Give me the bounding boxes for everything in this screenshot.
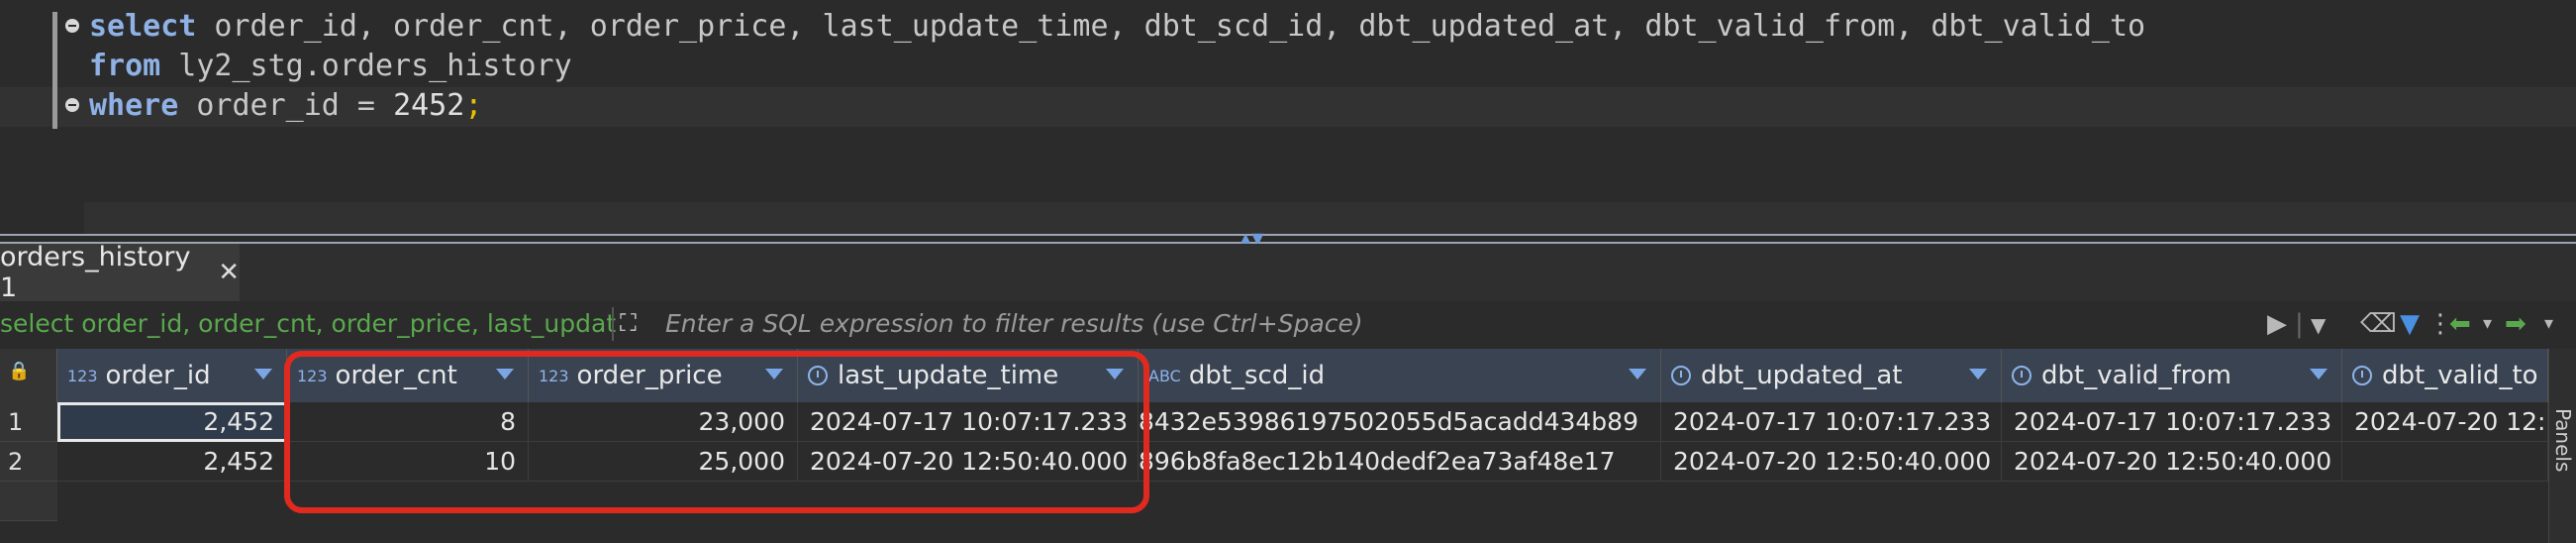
table-cell[interactable]: 2024-07-20 12:50:40.000 (1661, 442, 2002, 482)
row-number[interactable]: 2 (0, 442, 57, 482)
table-cell[interactable]: 2024-07-17 10:07:17.233 (798, 402, 1139, 442)
column-header-label: order_cnt (335, 361, 457, 390)
table-cell[interactable]: 2024-07-17 10:07:17.233 (1661, 402, 2002, 442)
filter-input[interactable]: Enter a SQL expression to filter results… (665, 309, 1363, 338)
table-cell[interactable]: 2024-07-17 10:07:17.233 (2002, 402, 2342, 442)
filter-sql-preview[interactable]: select order_id, order_cnt, order_price,… (0, 309, 616, 338)
table-cell[interactable]: 8432e53986197502055d5acadd434b89 (1139, 402, 1661, 442)
table-cell[interactable]: 25,000 (529, 442, 798, 482)
table-cell[interactable]: 2024-07-20 12:5 (2342, 402, 2548, 442)
column-header-label: order_price (576, 361, 723, 390)
sort-icon[interactable] (2310, 369, 2328, 380)
semicolon: ; (464, 88, 483, 123)
row-number[interactable]: 1 (0, 402, 57, 442)
forward-arrow-icon[interactable]: ➡ (2505, 309, 2526, 339)
lock-icon[interactable]: 🔒 (8, 361, 30, 381)
code-line-2[interactable]: from ly2_stg.orders_history (89, 48, 572, 85)
divider: | (2295, 309, 2304, 339)
sort-icon[interactable] (765, 369, 783, 380)
sort-icon[interactable] (496, 369, 514, 380)
numeric-type-icon: 123 (539, 366, 569, 385)
keyword: where (89, 88, 179, 123)
panels-label: Panels (2551, 408, 2575, 473)
play-icon[interactable]: ▶ (2267, 309, 2287, 339)
sort-icon[interactable] (1629, 369, 1646, 380)
code-text: ly2_stg.orders_history (160, 49, 572, 83)
table-cell[interactable]: 23,000 (529, 402, 798, 442)
fold-collapse-icon[interactable] (65, 98, 79, 112)
fold-collapse-icon[interactable] (65, 19, 79, 33)
filter-bar: select order_id, order_cnt, order_price,… (0, 301, 2576, 350)
column-header-label: dbt_updated_at (1701, 361, 1903, 390)
column-header-dbt_valid_to[interactable]: dbt_valid_to (2342, 349, 2548, 402)
row-number (0, 482, 57, 521)
column-header-order_price[interactable]: 123 order_price (529, 349, 798, 402)
table-cell[interactable]: 8 (287, 402, 529, 442)
column-header-dbt_valid_from[interactable]: dbt_valid_from (2002, 349, 2342, 402)
clock-icon (808, 366, 828, 385)
results-tabbar: orders_history 1 ✕ (0, 242, 2576, 303)
table-cell[interactable]: 2024-07-20 12:50:40.000 (2002, 442, 2342, 482)
number-literal: 2452 (393, 88, 465, 123)
chevron-down-icon[interactable]: ▼ (2311, 313, 2326, 337)
clock-icon (2012, 366, 2031, 385)
sql-editor[interactable]: select order_id, order_cnt, order_price,… (0, 0, 2576, 236)
code-line-3[interactable]: where order_id = 2452; (89, 87, 482, 125)
column-header-last_update_time[interactable]: last_update_time (798, 349, 1139, 402)
text-type-icon: ABC (1148, 366, 1181, 385)
results-grid: 123 order_id 123 order_cnt 123 order_pri… (0, 349, 2576, 543)
editor-empty-area (84, 202, 2576, 236)
chevron-down-icon[interactable]: ▾ (2544, 313, 2553, 334)
keyword: select (89, 9, 197, 44)
keyword: from (89, 49, 161, 83)
column-header-label: last_update_time (838, 361, 1059, 390)
numeric-type-icon: 123 (297, 366, 328, 385)
side-panels-toggle[interactable]: Panels (2548, 349, 2576, 543)
gutter-marker (52, 12, 57, 129)
table-cell[interactable]: 2,452 (57, 442, 287, 482)
chevron-down-icon[interactable]: ▾ (2483, 313, 2492, 334)
eraser-icon[interactable]: ⌫ (2360, 309, 2397, 339)
table-cell[interactable]: 2024-07-20 12:50:40.000 (798, 442, 1139, 482)
column-header-label: order_id (105, 361, 211, 390)
clock-icon (1671, 366, 1691, 385)
table-cell[interactable] (2342, 442, 2548, 482)
table-cell[interactable]: 2,452 (57, 402, 287, 442)
divider (612, 307, 614, 341)
table-cell[interactable]: 896b8fa8ec12b140dedf2ea73af48e17 (1139, 442, 1661, 482)
column-header-dbt_scd_id[interactable]: ABC dbt_scd_id (1139, 349, 1661, 402)
back-arrow-icon[interactable]: ⬅ (2449, 309, 2471, 339)
filter-icon[interactable]: ▼ (2400, 309, 2420, 339)
column-header-order_cnt[interactable]: 123 order_cnt (287, 349, 529, 402)
column-header-label: dbt_valid_to (2382, 361, 2538, 390)
panel-splitter[interactable] (0, 234, 2576, 244)
column-header-label: dbt_valid_from (2041, 361, 2231, 390)
code-line-1[interactable]: select order_id, order_cnt, order_price,… (89, 8, 2145, 46)
tab-orders-history[interactable]: orders_history 1 ✕ (0, 242, 240, 303)
code-text: order_id, order_cnt, order_price, last_u… (196, 9, 2146, 44)
numeric-type-icon: 123 (67, 366, 98, 385)
sort-icon[interactable] (1969, 369, 1987, 380)
tab-label: orders_history 1 (0, 242, 191, 303)
clock-icon (2352, 366, 2372, 385)
sort-icon[interactable] (1106, 369, 1124, 380)
column-header-label: dbt_scd_id (1188, 361, 1326, 390)
splitter-arrows-icon[interactable]: ▲▼ (1239, 231, 1264, 247)
code-text: order_id = (178, 88, 394, 123)
column-header-dbt_updated_at[interactable]: dbt_updated_at (1661, 349, 2002, 402)
sort-icon[interactable] (254, 369, 272, 380)
close-icon[interactable]: ✕ (218, 258, 240, 287)
column-header-order_id[interactable]: 123 order_id (57, 349, 287, 402)
expand-icon[interactable]: ⛶ (620, 309, 637, 337)
table-cell[interactable]: 10 (287, 442, 529, 482)
